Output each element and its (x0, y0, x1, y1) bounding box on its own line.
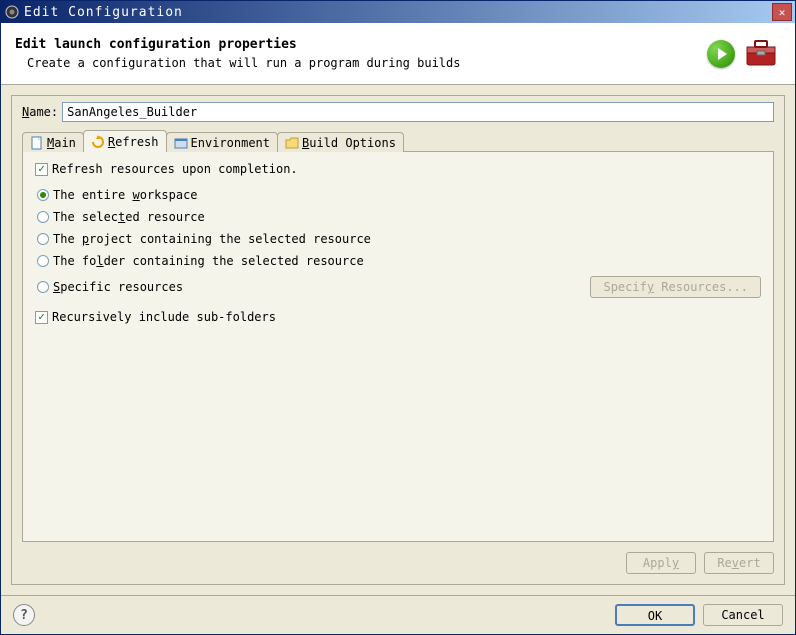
tab-content-refresh: Refresh resources upon completion. The e… (22, 151, 774, 542)
apply-button: Apply (626, 552, 696, 574)
tab-build-options-label: Build Options (302, 136, 396, 150)
radio-input-folder[interactable] (37, 255, 49, 267)
close-button[interactable]: ✕ (772, 3, 792, 21)
radio-folder-label: The folder containing the selected resou… (53, 254, 364, 268)
tab-environment-label: Environment (191, 136, 270, 150)
checkbox-recursive[interactable] (35, 311, 48, 324)
tab-refresh-label: Refresh (108, 135, 159, 149)
toolbox-icon (741, 33, 781, 74)
radio-folder-containing[interactable]: The folder containing the selected resou… (37, 254, 761, 268)
dialog-header: Edit launch configuration properties Cre… (1, 23, 795, 85)
header-description: Create a configuration that will run a p… (27, 56, 707, 70)
name-input[interactable] (62, 102, 774, 122)
radio-input-selected[interactable] (37, 211, 49, 223)
radio-workspace-label: The entire workspace (53, 188, 198, 202)
header-title: Edit launch configuration properties (15, 37, 707, 52)
titlebar: Edit Configuration ✕ (1, 1, 795, 23)
run-icon (707, 40, 735, 68)
tab-build-options[interactable]: Build Options (277, 132, 404, 152)
app-icon (4, 4, 20, 20)
folder-icon (285, 136, 299, 150)
radio-entire-workspace[interactable]: The entire workspace (37, 188, 761, 202)
radio-selected-resource[interactable]: The selected resource (37, 210, 761, 224)
tab-refresh[interactable]: Refresh (83, 130, 167, 152)
help-button[interactable]: ? (13, 604, 35, 626)
config-panel: Name: Main Refresh Environment (11, 95, 785, 585)
recursive-label: Recursively include sub-folders (52, 310, 276, 324)
ok-button[interactable]: OK (615, 604, 695, 626)
radio-input-specific[interactable] (37, 281, 49, 293)
radio-input-workspace[interactable] (37, 189, 49, 201)
dialog-footer: ? OK Cancel (1, 595, 795, 634)
tab-environment[interactable]: Environment (166, 132, 278, 152)
refresh-on-completion-row[interactable]: Refresh resources upon completion. (35, 162, 761, 176)
name-label: Name: (22, 105, 58, 119)
radio-specific-resources[interactable]: Specific resources (37, 280, 183, 294)
recursive-subfolders-row[interactable]: Recursively include sub-folders (35, 310, 761, 324)
environment-icon (174, 136, 188, 150)
dialog-window: Edit Configuration ✕ Edit launch configu… (0, 0, 796, 635)
checkbox-refresh-on-completion[interactable] (35, 163, 48, 176)
tab-main[interactable]: Main (22, 132, 84, 152)
radio-input-project[interactable] (37, 233, 49, 245)
radio-project-label: The project containing the selected reso… (53, 232, 371, 246)
radio-specific-label: Specific resources (53, 280, 183, 294)
radio-project-containing[interactable]: The project containing the selected reso… (37, 232, 761, 246)
revert-button: Revert (704, 552, 774, 574)
tab-main-label: Main (47, 136, 76, 150)
tab-bar: Main Refresh Environment Build Options (22, 130, 774, 152)
radio-selected-label: The selected resource (53, 210, 205, 224)
window-title: Edit Configuration (24, 5, 772, 20)
refresh-on-completion-label: Refresh resources upon completion. (52, 162, 298, 176)
cancel-button[interactable]: Cancel (703, 604, 783, 626)
refresh-icon (91, 135, 105, 149)
file-icon (30, 136, 44, 150)
specify-resources-button: Specify Resources... (590, 276, 761, 298)
